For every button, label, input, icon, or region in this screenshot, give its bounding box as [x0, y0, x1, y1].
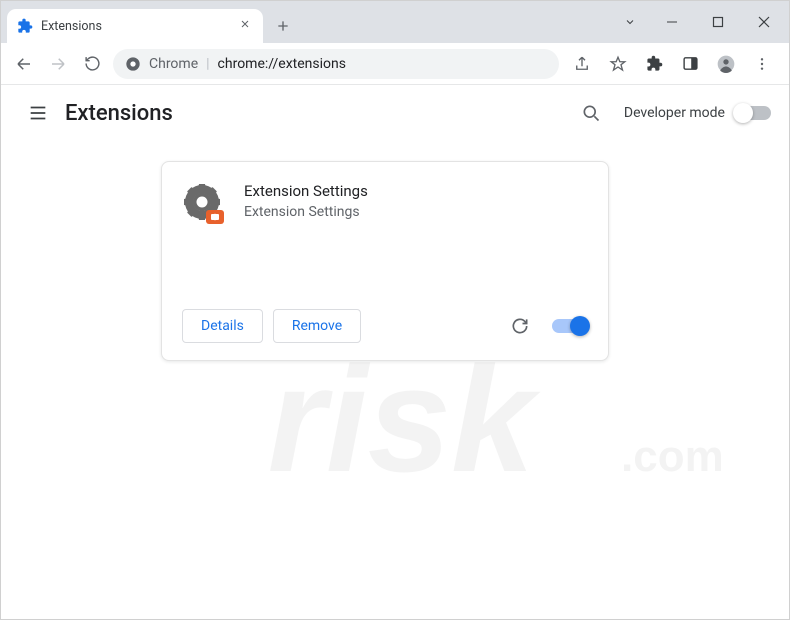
- svg-text:.com: .com: [621, 432, 724, 481]
- reload-extension-button[interactable]: [502, 308, 538, 344]
- remove-button[interactable]: Remove: [273, 309, 361, 343]
- details-button[interactable]: Details: [182, 309, 263, 343]
- profile-button[interactable]: [709, 47, 743, 81]
- toggle-knob: [733, 103, 753, 123]
- address-bar[interactable]: Chrome | chrome://extensions: [113, 49, 559, 79]
- extension-description: Extension Settings: [244, 204, 588, 220]
- developer-mode-label: Developer mode: [624, 105, 725, 121]
- omnibox-product: Chrome: [149, 56, 198, 72]
- developer-mode-toggle[interactable]: [735, 106, 771, 120]
- tab-search-button[interactable]: [611, 3, 649, 41]
- tab-close-button[interactable]: [237, 16, 253, 36]
- toggle-knob: [570, 316, 590, 336]
- share-button[interactable]: [565, 47, 599, 81]
- extension-gear-icon: [182, 182, 226, 226]
- details-label: Details: [201, 318, 244, 334]
- kebab-menu-button[interactable]: [745, 47, 779, 81]
- new-tab-button[interactable]: [269, 12, 297, 40]
- extension-enable-toggle[interactable]: [552, 319, 588, 333]
- extension-icon: [17, 18, 33, 34]
- extensions-header: Extensions Developer mode: [1, 85, 789, 141]
- extension-name: Extension Settings: [244, 182, 588, 200]
- omnibox-url: chrome://extensions: [218, 56, 346, 72]
- search-button[interactable]: [572, 94, 610, 132]
- extensions-content: Extension Settings Extension Settings De…: [1, 141, 789, 361]
- tab-title: Extensions: [41, 19, 102, 34]
- chrome-icon: [125, 56, 141, 72]
- close-window-button[interactable]: [741, 3, 787, 41]
- tab-strip: Extensions: [1, 1, 789, 43]
- extension-card: Extension Settings Extension Settings De…: [161, 161, 609, 361]
- minimize-button[interactable]: [649, 3, 695, 41]
- toolbar: Chrome | chrome://extensions: [1, 43, 789, 85]
- reload-button[interactable]: [75, 47, 109, 81]
- window-controls: [611, 1, 789, 43]
- back-button[interactable]: [7, 47, 41, 81]
- sidepanel-button[interactable]: [673, 47, 707, 81]
- extensions-button[interactable]: [637, 47, 671, 81]
- maximize-button[interactable]: [695, 3, 741, 41]
- hamburger-menu-button[interactable]: [19, 94, 57, 132]
- bookmark-button[interactable]: [601, 47, 635, 81]
- remove-label: Remove: [292, 318, 342, 334]
- omnibox-divider: |: [206, 56, 209, 72]
- forward-button[interactable]: [41, 47, 75, 81]
- browser-tab[interactable]: Extensions: [7, 9, 263, 43]
- page-title: Extensions: [65, 101, 173, 126]
